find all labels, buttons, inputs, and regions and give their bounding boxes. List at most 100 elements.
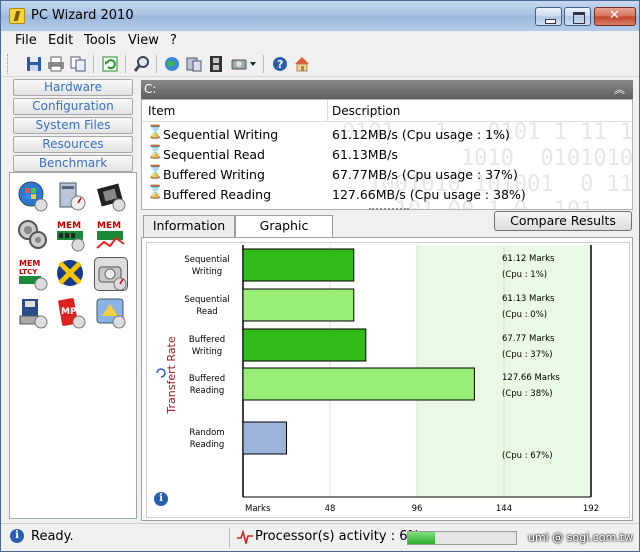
- film-icon[interactable]: [207, 55, 225, 73]
- list-item[interactable]: Sequential Read 61.13MB/s: [142, 144, 632, 164]
- list-item[interactable]: Sequential Writing 61.12MB/s (Cpu usage …: [142, 124, 632, 144]
- title-bar[interactable]: PC Wizard 2010: [1, 1, 639, 31]
- memory-graph-benchmark-icon[interactable]: MEM: [94, 218, 128, 252]
- menu-tools[interactable]: Tools: [84, 33, 116, 48]
- help-icon[interactable]: ?: [271, 55, 289, 73]
- compare-results-button[interactable]: Compare Results: [494, 211, 632, 231]
- chart-data-label: 67.77 Marks: [502, 334, 555, 344]
- results-list: 0101 1 0101 1 11 101 1010 0101010 100101…: [141, 99, 633, 210]
- list-item-name: Sequential Writing: [163, 127, 279, 142]
- chart-y-axis-title: Transfert Rate: [165, 336, 178, 414]
- maximize-button[interactable]: [564, 7, 591, 26]
- watermark-text: umi @ sogi.com.tw: [528, 531, 634, 544]
- toolbar-separator: [125, 55, 126, 73]
- chart-data-label: 127.66 Marks: [502, 373, 560, 383]
- close-button[interactable]: [594, 7, 636, 26]
- processor-activity-icon: [237, 530, 253, 544]
- print-icon[interactable]: [47, 55, 65, 73]
- save-icon[interactable]: [25, 55, 43, 73]
- pane-splitter[interactable]: [369, 208, 409, 212]
- system-benchmark-icon[interactable]: [54, 179, 88, 213]
- mp3-benchmark-icon[interactable]: MP3: [54, 296, 88, 330]
- cache-benchmark-icon[interactable]: [16, 218, 50, 252]
- chart-cpu-label: (Cpu : 37%): [502, 350, 553, 360]
- chart-category-label: Writing: [192, 267, 222, 277]
- hourglass-icon: [147, 185, 163, 201]
- menu-view[interactable]: View: [128, 33, 159, 48]
- processor-activity-fill: [408, 532, 436, 544]
- chart-x-axis-title: Marks: [245, 504, 271, 514]
- chart-bar: [242, 367, 475, 401]
- toolbar-grip[interactable]: [7, 54, 10, 74]
- directx-benchmark-icon[interactable]: [94, 296, 128, 330]
- chart-category-label: Sequential: [184, 255, 229, 265]
- cpu-benchmark-icon[interactable]: [94, 179, 128, 213]
- collapse-chevron-icon[interactable]: ︽: [614, 80, 625, 99]
- list-item[interactable]: Buffered Writing 67.77MB/s (Cpu usage : …: [142, 164, 632, 184]
- info-icon[interactable]: i: [154, 492, 168, 506]
- removable-drive-benchmark-icon[interactable]: [16, 296, 50, 330]
- hardware-icon[interactable]: [185, 55, 203, 73]
- home-icon[interactable]: [293, 55, 311, 73]
- nav-configuration-button[interactable]: Configuration: [13, 98, 133, 115]
- nav-benchmark-button[interactable]: Benchmark: [13, 155, 133, 172]
- menu-edit[interactable]: Edit: [48, 33, 73, 48]
- chart-category-label: Random: [189, 428, 224, 438]
- options-dropdown-icon[interactable]: [231, 55, 259, 73]
- list-item-name: Buffered Reading: [163, 187, 272, 202]
- chart-cpu-label: (Cpu : 67%): [502, 451, 553, 461]
- hard-disk-benchmark-icon[interactable]: [94, 257, 128, 291]
- svg-text:?: ?: [277, 58, 283, 71]
- column-header-description[interactable]: Description: [332, 104, 400, 118]
- chart-category-label: Sequential: [184, 295, 229, 305]
- navigation-panel: Hardware Configuration System Files Reso…: [9, 79, 137, 519]
- find-icon[interactable]: [133, 55, 151, 73]
- video-benchmark-icon[interactable]: [54, 257, 88, 291]
- menu-help[interactable]: ?: [170, 33, 177, 48]
- svg-text:LTCY: LTCY: [19, 268, 38, 276]
- minimize-button[interactable]: [535, 7, 562, 26]
- benchmark-chart: Sequential Writing 61.12 Marks (Cpu : 1%) Se…: [156, 245, 599, 514]
- tab-graphic[interactable]: Graphic: [235, 215, 333, 238]
- chart-category-label: Buffered: [189, 374, 225, 384]
- chart-tick-label: 144: [496, 504, 512, 514]
- network-icon[interactable]: [163, 55, 181, 73]
- chart-bar: [242, 421, 287, 455]
- chart-cpu-label: (Cpu : 0%): [502, 310, 547, 320]
- chart-bar: [242, 328, 367, 362]
- hourglass-icon: [147, 165, 163, 181]
- windows-benchmark-icon[interactable]: [16, 179, 50, 213]
- tab-information[interactable]: Information: [143, 215, 235, 237]
- app-icon: [9, 8, 25, 24]
- svg-text:MP3: MP3: [61, 307, 83, 317]
- menu-bar: File Edit Tools View ?: [1, 31, 639, 51]
- memory-latency-benchmark-icon[interactable]: MEM LTCY: [16, 257, 50, 291]
- benchmark-icon-pane: MEM MEM MEM LTCY MP3: [9, 172, 137, 519]
- list-item[interactable]: Buffered Reading 127.66MB/s (Cpu usage :…: [142, 184, 632, 204]
- chart-category-label: Buffered: [189, 335, 225, 345]
- chart-data-label: 61.13 Marks: [502, 294, 555, 304]
- chart-cpu-label: (Cpu : 1%): [502, 270, 547, 280]
- column-divider[interactable]: [327, 100, 328, 122]
- column-header-item[interactable]: Item: [148, 104, 175, 118]
- menu-file[interactable]: File: [15, 33, 37, 48]
- toolbar-separator: [93, 55, 94, 73]
- hourglass-icon: [147, 125, 163, 141]
- list-item-description: 127.66MB/s (Cpu usage : 38%): [332, 187, 526, 202]
- svg-text:MEM: MEM: [57, 221, 81, 231]
- memory-benchmark-icon[interactable]: MEM: [54, 218, 88, 252]
- list-item-name: Sequential Read: [163, 147, 265, 162]
- toolbar: ?: [1, 51, 639, 77]
- nav-resources-button[interactable]: Resources: [13, 136, 133, 153]
- refresh-icon[interactable]: [101, 55, 119, 73]
- chart-bar: [242, 248, 355, 282]
- main-window: PC Wizard 2010 File Edit Tools View ?: [0, 0, 640, 552]
- nav-hardware-button[interactable]: Hardware: [13, 79, 133, 96]
- svg-text:MEM: MEM: [97, 221, 121, 231]
- copy-icon[interactable]: [69, 55, 87, 73]
- chart-category-label: Writing: [192, 347, 222, 357]
- processor-activity-bar: [407, 531, 517, 545]
- chart-tick-label: 96: [412, 504, 423, 514]
- nav-system-files-button[interactable]: System Files: [13, 117, 133, 134]
- list-item-name: Buffered Writing: [163, 167, 265, 182]
